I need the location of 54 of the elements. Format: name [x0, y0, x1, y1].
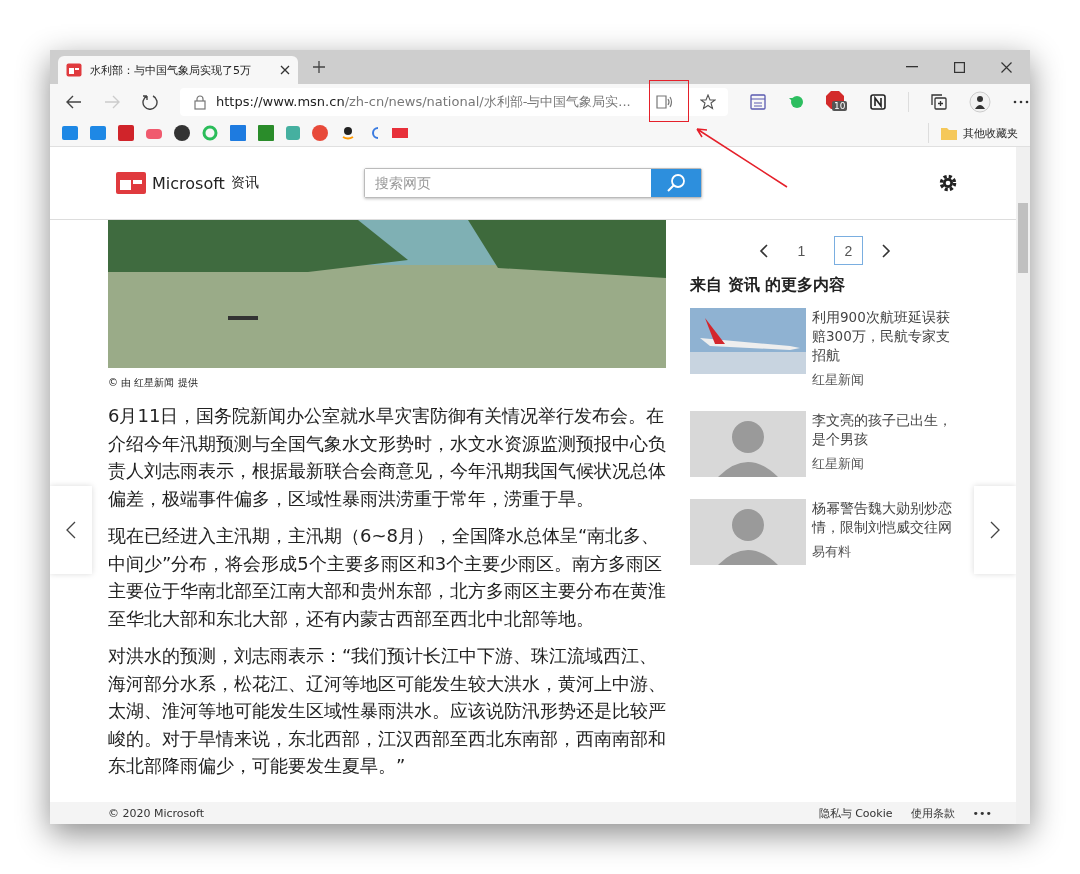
footer-link[interactable]: 隐私与 Cookie [818, 805, 893, 821]
close-tab-icon[interactable] [280, 65, 290, 75]
article-paragraph: 6月11日，国务院新闻办公室就水旱灾害防御有关情况举行发布会。在介绍今年汛期预测与全国气象水文形势时，水文水资源监测预报中心负责人刘志雨表示，根据最新联合会商意见，今年汛期我国气候状况总体偏差，极端事件偏多，区域性暴雨洪涝重于常年，涝重于旱。 [108, 404, 666, 511]
lock-icon [194, 94, 206, 110]
next-page-icon[interactable] [881, 243, 891, 258]
more-options-icon[interactable] [1013, 100, 1029, 104]
photo-credit: © 由 红星新闻 提供 [108, 376, 199, 390]
highlight-frame [649, 80, 689, 122]
site-logo[interactable]: Microsoft 资讯 [116, 172, 364, 194]
folder-icon [941, 126, 957, 140]
search-icon [666, 173, 686, 193]
news-logo-icon [116, 172, 146, 194]
page-button[interactable]: 1 [787, 236, 816, 265]
bookmark-icon[interactable] [174, 125, 190, 141]
window-extension-icon[interactable] [750, 94, 766, 110]
settings-icon[interactable] [938, 173, 958, 193]
previous-page-icon[interactable] [759, 243, 769, 258]
maximize-icon[interactable] [954, 61, 965, 73]
minimize-icon[interactable] [906, 66, 918, 68]
close-icon[interactable] [1001, 61, 1012, 73]
search-field[interactable]: 搜索网页 [364, 168, 702, 198]
url-text: https://www.msn.cn/zh-cn/news/national/水利部-与中国气象局实... [216, 93, 632, 111]
chevron-right-icon [990, 521, 1000, 539]
blocked-count-badge: 10 [832, 101, 848, 111]
browser-tab[interactable]: 水利部：与中国气象局实现了5万 [58, 56, 298, 84]
adblock-extension[interactable]: 10 [826, 91, 848, 113]
bookmark-folder[interactable]: 其他收藏夹 [941, 125, 1018, 141]
news-icon [66, 63, 82, 77]
news-link[interactable]: 杨幂警告魏大勋别炒恋情，限制刘恺威交往网 [812, 499, 960, 537]
news-source: 红星新闻 [812, 455, 865, 473]
article-paragraph: 现在已经进入主汛期，主汛期（6~8月），全国降水总体呈“南北多、中间少”分布，将会形成5个主要多雨区和3个主要少雨区。南方多雨区主要位于华南北部至江南大部和贵州东部，北方多雨区主要分布在黄淮至华北大部和东北大部，还有内蒙古西部至西北中北部等地。 [108, 524, 666, 631]
profile-avatar-icon[interactable] [969, 91, 991, 113]
refresh-icon[interactable] [142, 94, 158, 110]
read-aloud-icon[interactable] [656, 94, 674, 110]
scrollbar[interactable] [1016, 147, 1030, 824]
chevron-left-icon [66, 521, 76, 539]
notebook-icon[interactable] [870, 94, 886, 110]
section-heading: 来自 资讯 的更多内容 [690, 275, 847, 296]
copyright-text: © 2020 Microsoft [108, 806, 205, 820]
news-source: 红星新闻 [812, 371, 865, 389]
search-button[interactable] [651, 169, 701, 197]
news-link[interactable]: 李文亮的孩子已出生，是个男孩 [812, 411, 960, 449]
address-bar[interactable]: https://www.msn.cn/zh-cn/news/national/水利部-与中国气象局实... [180, 88, 728, 116]
favorite-star-icon[interactable] [700, 94, 716, 110]
article-paragraph: 对洪水的预测，刘志雨表示：“我们预计长江中下游、珠江流域西江、海河部分水系，松花江、辽河等地区可能发生较大洪水，黄河上中游、太湖、淮河等地可能发生区域性暴雨洪水。应该说防汛形势还是比较严峻的。对于旱情来说，东北西部，江汉西部至西北东南部，西南南部和东北部降雨偏少，可能要发生夏旱。” [108, 644, 666, 778]
new-tab-icon[interactable] [312, 60, 326, 74]
page-button[interactable]: 2 [834, 236, 863, 265]
collections-icon[interactable] [931, 94, 947, 110]
footer-more-button[interactable]: ••• [972, 806, 992, 820]
back-icon[interactable] [66, 95, 82, 109]
news-source: 易有料 [812, 543, 852, 561]
bookmark-icon[interactable] [340, 125, 356, 141]
news-link[interactable]: 利用900次航班延误获赔300万，民航专家支招航 [812, 308, 960, 365]
footer-link[interactable]: 使用条款 [910, 805, 955, 821]
